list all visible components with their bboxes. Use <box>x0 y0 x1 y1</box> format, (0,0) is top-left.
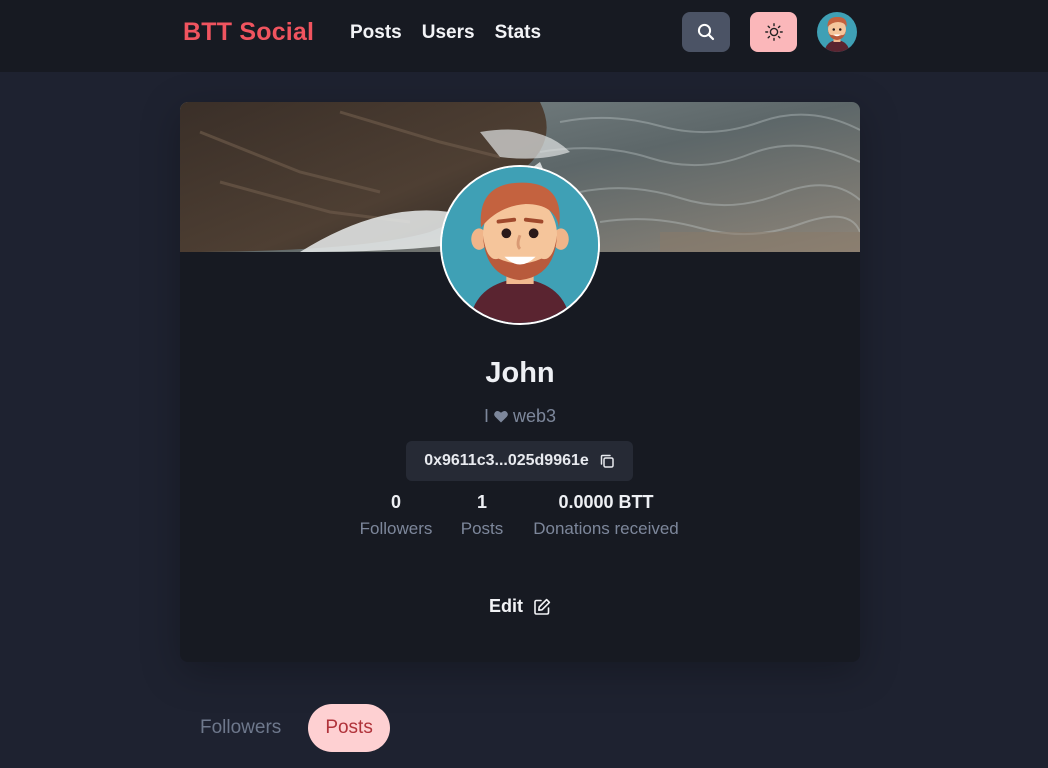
edit-profile-button[interactable]: Edit <box>180 596 860 617</box>
edit-label: Edit <box>489 596 523 616</box>
stat-label: Donations received <box>533 519 679 538</box>
profile-card: John I web3 0x9611c3...025d9961e 0 Follo… <box>180 102 860 662</box>
sun-icon <box>764 23 783 41</box>
profile-tabs: Followers Posts <box>183 704 390 752</box>
avatar-illustration <box>442 167 598 323</box>
user-avatar[interactable] <box>817 12 857 52</box>
wallet-address: 0x9611c3...025d9961e <box>424 452 589 469</box>
heart-icon <box>494 411 508 423</box>
nav-posts[interactable]: Posts <box>350 22 402 44</box>
nav-stats[interactable]: Stats <box>495 22 541 44</box>
bio-text-suffix: web3 <box>512 406 557 426</box>
stat-label: Posts <box>460 519 504 538</box>
profile-avatar[interactable] <box>440 165 600 325</box>
search-button[interactable] <box>682 12 730 52</box>
main-nav: Posts Users Stats <box>350 22 541 44</box>
stat-value: 1 <box>476 492 487 512</box>
copy-icon[interactable] <box>599 453 615 469</box>
nav-users[interactable]: Users <box>422 22 475 44</box>
brand-logo[interactable]: BTT Social <box>183 18 314 47</box>
tab-posts[interactable]: Posts <box>308 704 390 752</box>
stat-label: Followers <box>359 519 433 538</box>
profile-bio: I web3 <box>180 406 860 427</box>
stat-donations: 0.0000 BTT Donations received <box>530 492 682 539</box>
search-icon <box>697 23 715 41</box>
stat-value: 0.0000 BTT <box>558 492 654 512</box>
top-navbar: BTT Social Posts Users Stats <box>0 0 1048 72</box>
edit-icon <box>534 598 551 615</box>
bio-text-prefix: I <box>483 406 489 426</box>
tab-followers[interactable]: Followers <box>183 704 298 752</box>
stat-value: 0 <box>390 492 401 512</box>
theme-toggle-button[interactable] <box>750 12 797 52</box>
stat-posts[interactable]: 1 Posts <box>458 492 506 539</box>
stat-followers[interactable]: 0 Followers <box>358 492 434 539</box>
avatar-illustration <box>817 12 857 52</box>
wallet-address-copy[interactable]: 0x9611c3...025d9961e <box>406 441 633 481</box>
profile-name: John <box>485 357 555 389</box>
